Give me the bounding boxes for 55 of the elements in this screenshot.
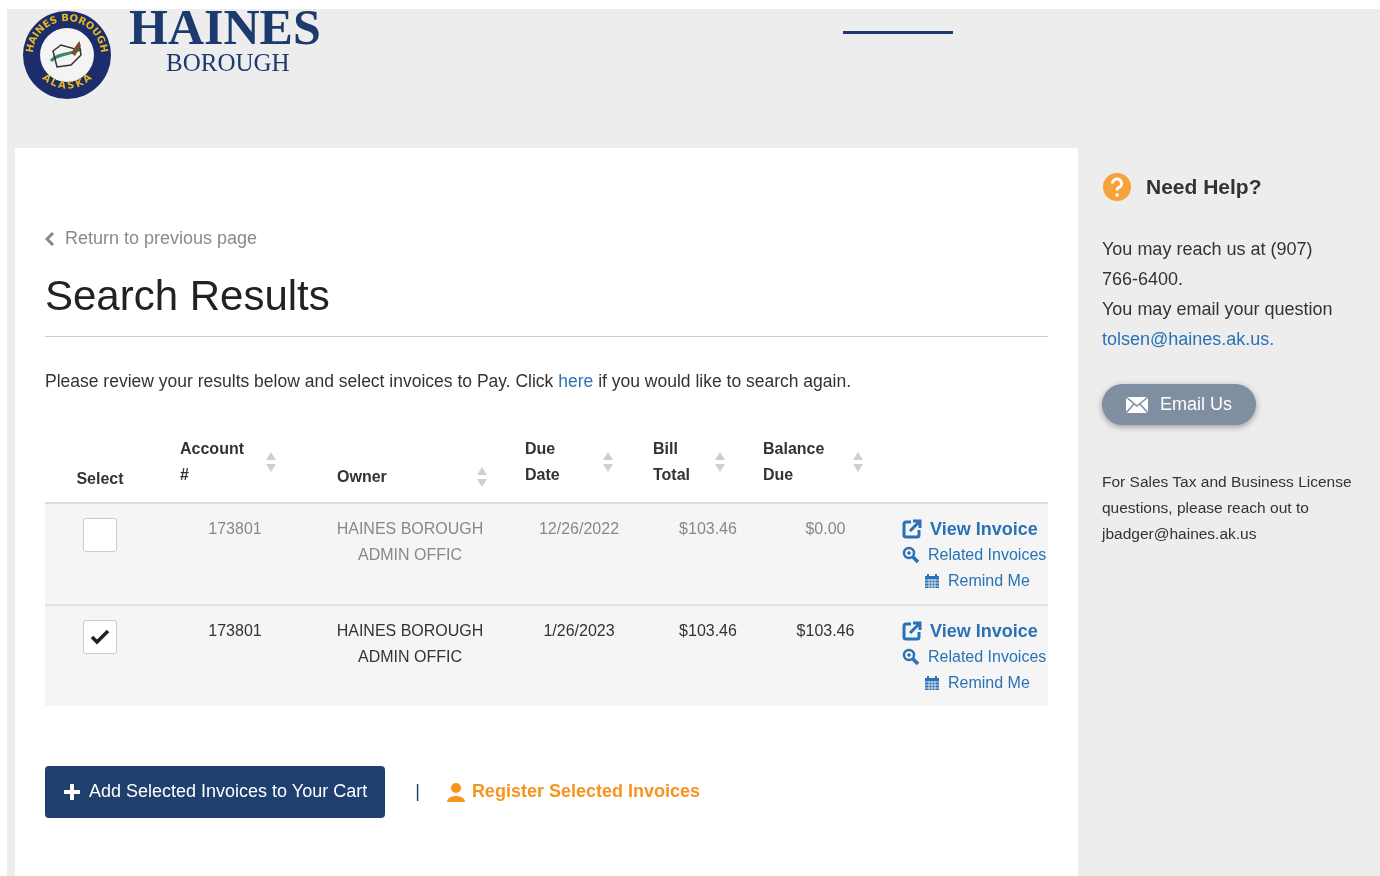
- intro-text: Please review your results below and select invoices to Pay. Click here if you would like to search again.: [45, 370, 853, 392]
- related-invoices-link[interactable]: Related Invoices: [902, 643, 1047, 670]
- zoom-icon: [902, 545, 920, 564]
- bill-total-cell: $103.46: [679, 519, 737, 537]
- remind-me-link[interactable]: Remind Me: [924, 669, 1030, 696]
- balance-due-cell: $0.00: [805, 519, 846, 537]
- related-invoices-link[interactable]: Related Invoices: [902, 541, 1047, 568]
- balance-due-cell: $103.46: [796, 621, 855, 639]
- email-text: You may email your question: [1102, 298, 1334, 321]
- sort-icon[interactable]: [266, 450, 276, 473]
- select-checkbox[interactable]: [83, 517, 117, 552]
- column-header[interactable]: Due Date: [525, 435, 589, 488]
- email-us-button[interactable]: Email Us: [1102, 384, 1256, 425]
- account-cell: 173801: [208, 519, 262, 537]
- column-header[interactable]: Account #: [180, 435, 252, 488]
- view-invoice-link[interactable]: View Invoice: [902, 617, 1038, 644]
- email-link[interactable]: tolsen@haines.ak.us.: [1102, 324, 1347, 354]
- account-cell: 173801: [208, 621, 262, 639]
- owner-cell-text: HAINES BOROUGH ADMIN OFFIC: [335, 518, 485, 565]
- bill-total-cell: $103.46: [679, 621, 737, 639]
- column-header[interactable]: Owner: [337, 467, 387, 486]
- external-link-icon: [902, 620, 922, 641]
- phone-text: You may reach us at (907) 766-6400.: [1102, 238, 1314, 291]
- remind-me-link[interactable]: Remind Me: [924, 567, 1030, 594]
- column-header[interactable]: Bill Total: [653, 435, 701, 488]
- envelope-icon: [1126, 396, 1148, 413]
- owner-cell-text: HAINES BOROUGH ADMIN OFFIC: [335, 620, 485, 667]
- sort-icon[interactable]: [603, 450, 613, 473]
- zoom-icon: [902, 647, 920, 666]
- search-again-link[interactable]: here: [558, 370, 594, 391]
- question-icon: [1102, 172, 1132, 202]
- sort-icon[interactable]: [715, 450, 725, 473]
- separator: |: [415, 781, 420, 802]
- add-to-cart-button[interactable]: Add Selected Invoices to Your Cart: [45, 765, 386, 818]
- view-invoice-link[interactable]: View Invoice: [902, 515, 1038, 542]
- calendar-icon: [924, 674, 940, 691]
- column-header: Select: [76, 469, 124, 488]
- help-title: Need Help?: [1146, 175, 1262, 199]
- chevron-left-icon: [45, 231, 55, 246]
- logo-subtitle: BOROUGH: [166, 49, 290, 77]
- check-icon: [90, 628, 110, 645]
- sort-icon[interactable]: [476, 465, 487, 488]
- sales-tax-text: For Sales Tax and Business License questions, please reach out to jbadger@haines.ak.us: [1102, 472, 1353, 544]
- select-checkbox[interactable]: [83, 619, 117, 654]
- due-date-cell: 12/26/2022: [538, 519, 620, 537]
- external-link-icon: [902, 518, 922, 539]
- logo-wordmark: HAINES: [129, 9, 321, 49]
- sort-icon[interactable]: [853, 450, 863, 473]
- calendar-icon: [924, 572, 940, 589]
- back-link[interactable]: Return to previous page: [45, 228, 258, 249]
- due-date-cell: 1/26/2023: [543, 621, 615, 639]
- user-icon: [445, 781, 466, 802]
- plus-icon: [63, 782, 81, 801]
- page-title: Search Results: [45, 271, 331, 320]
- column-header[interactable]: Balance Due: [763, 435, 839, 488]
